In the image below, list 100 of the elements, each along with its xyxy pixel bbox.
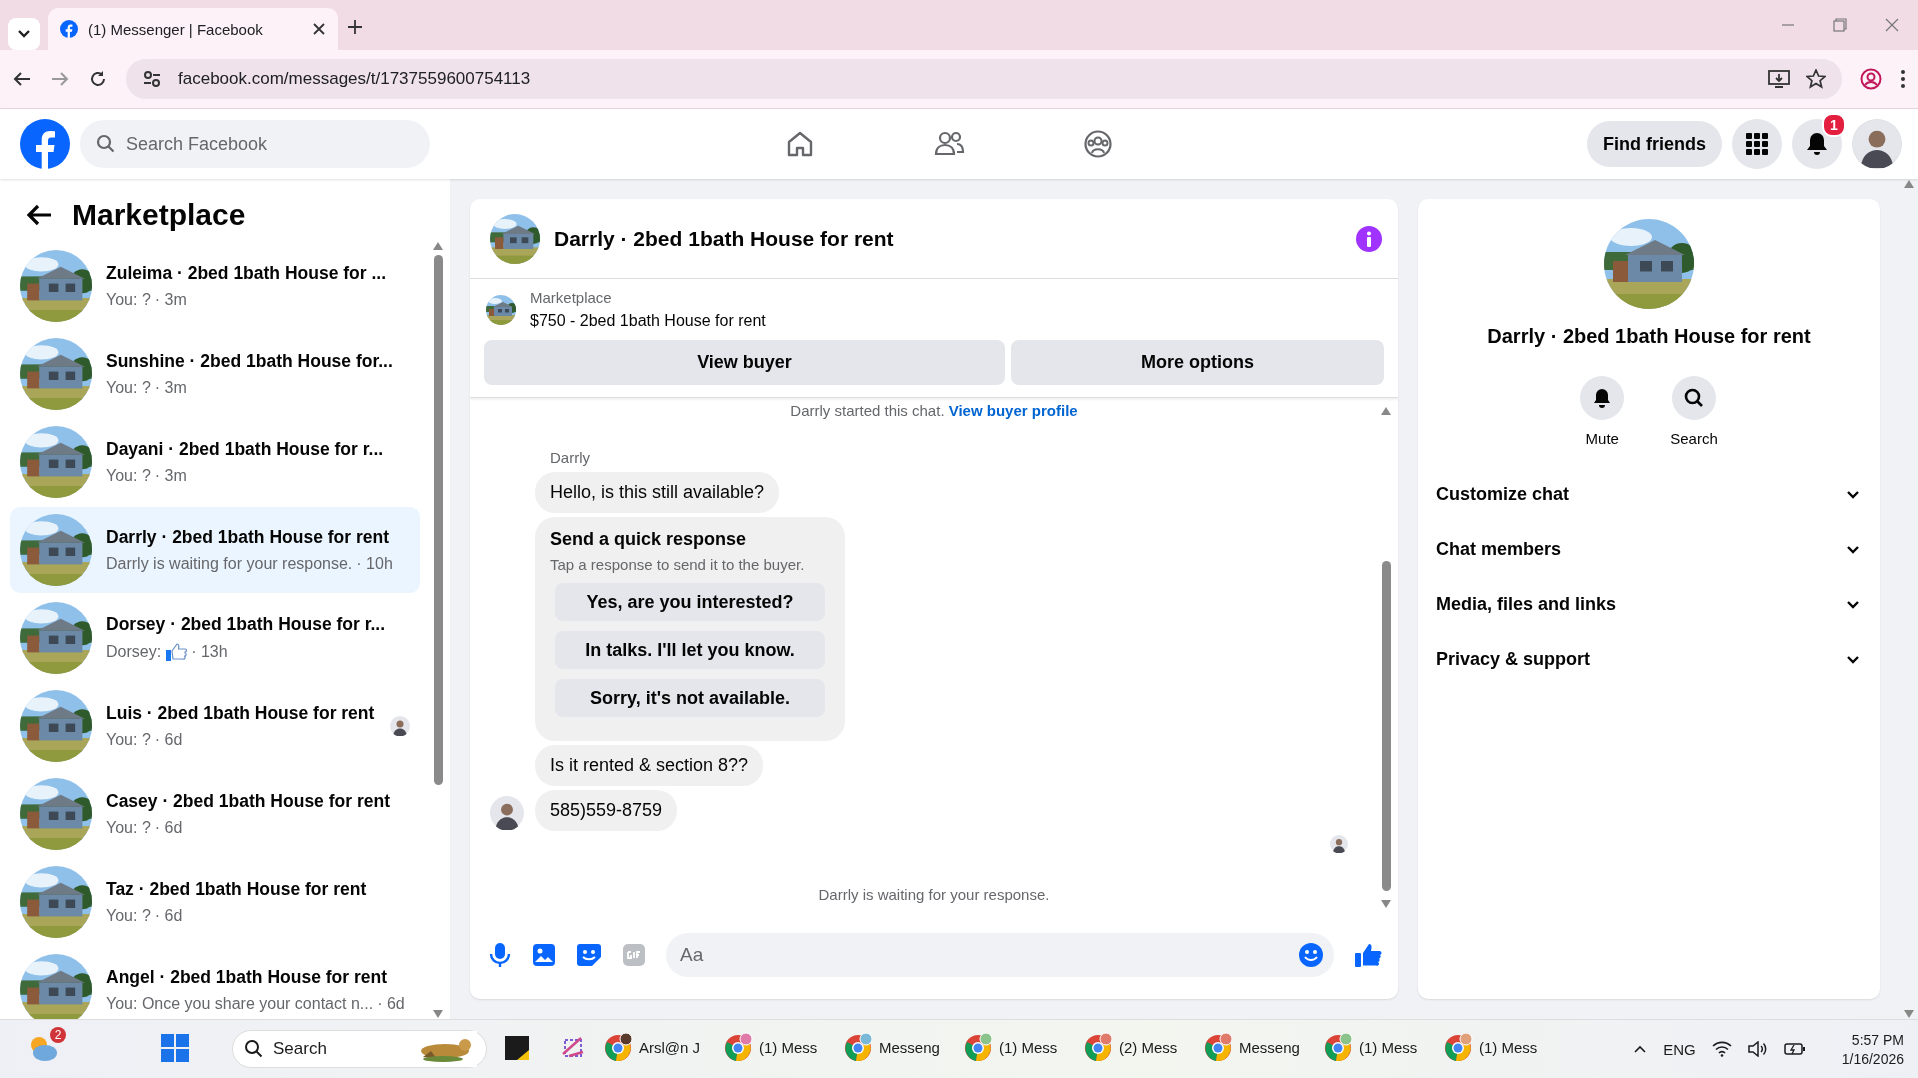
collapsible-section[interactable]: Customize chat — [1428, 467, 1870, 522]
notes-app-icon[interactable] — [503, 1033, 531, 1062]
taskbar-app[interactable]: (1) Mess — [1439, 1024, 1547, 1074]
panel-title: Marketplace — [72, 198, 246, 232]
conversation-item[interactable]: Casey · 2bed 1bath House for rent You: ? · 6d — [10, 771, 420, 857]
battery-icon[interactable] — [1783, 1042, 1806, 1056]
conversation-item[interactable]: Taz · 2bed 1bath House for rent You: ? · 6d — [10, 859, 420, 945]
message-time: · 6d — [154, 906, 183, 925]
wifi-icon[interactable] — [1711, 1041, 1732, 1057]
find-friends-button[interactable]: Find friends — [1587, 121, 1722, 167]
taskbar-app[interactable]: (1) Mess — [719, 1024, 827, 1074]
search-field[interactable]: Search Facebook — [80, 120, 430, 168]
conversation-title: Taz · 2bed 1bath House for rent — [106, 879, 368, 901]
search-icon — [244, 1039, 264, 1059]
scrollbar-thumb[interactable] — [433, 255, 443, 785]
taskbar-app[interactable]: (1) Mess — [1319, 1024, 1427, 1074]
conversation-title: Darrly · 2bed 1bath House for rent — [106, 527, 390, 549]
sticker-icon[interactable] — [576, 943, 602, 967]
message-preview: You: ? — [106, 466, 151, 485]
chat-started-note: Darrly started this chat. View buyer profile — [790, 402, 1078, 419]
start-icon[interactable] — [160, 1032, 190, 1063]
bookmark-star-icon[interactable] — [1806, 69, 1826, 89]
scroll-down-icon[interactable] — [1380, 899, 1392, 909]
conversation-item[interactable]: Zuleima · 2bed 1bath House for ... You: ? · 3m — [10, 243, 420, 329]
profile-icon[interactable] — [1860, 68, 1882, 90]
message-bubble: 585)559-8759 — [535, 790, 678, 831]
scroll-up-icon[interactable] — [1380, 406, 1392, 416]
chevron-up-icon[interactable] — [1633, 1044, 1648, 1054]
emoji-icon[interactable] — [1298, 942, 1324, 968]
taskbar-app[interactable]: Arsl@n J — [599, 1024, 707, 1074]
quick-reply-button[interactable]: In talks. I'll let you know. — [555, 631, 825, 669]
sender-avatar — [490, 795, 524, 830]
conversation-item[interactable]: Darrly · 2bed 1bath House for rent Darrly is waiting for your response. · 10h — [10, 507, 420, 593]
chat-title: Darrly · 2bed 1bath House for rent — [554, 226, 895, 251]
conversation-item[interactable]: Dayani · 2bed 1bath House for r... You: ? · 3m — [10, 419, 420, 505]
taskbar-app[interactable]: (1) Mess — [959, 1024, 1067, 1074]
chevron-down-icon — [1846, 654, 1860, 665]
collapsible-section[interactable]: Privacy & support — [1428, 632, 1870, 687]
browser-app-icon — [723, 1032, 753, 1063]
site-settings-icon[interactable] — [142, 69, 162, 89]
clock-date[interactable]: 1/16/2026 — [1841, 1050, 1904, 1067]
message-bubble: Hello, is this still available? — [535, 472, 780, 513]
collapsible-section[interactable]: Chat members — [1428, 522, 1870, 577]
message-bubble: Is it rented & section 8?? — [535, 745, 764, 786]
menu-button[interactable] — [1732, 119, 1782, 169]
thumbs-up-icon[interactable] — [1354, 942, 1382, 968]
collapsible-section[interactable]: Media, files and links — [1428, 577, 1870, 632]
search-icon — [96, 134, 116, 154]
quick-response-title: Send a quick response — [550, 529, 748, 550]
install-icon[interactable] — [1768, 69, 1790, 89]
chevron-down-icon — [1846, 599, 1860, 610]
conversation-item[interactable]: Dorsey · 2bed 1bath House for r... Dorsey: · 13h — [10, 595, 420, 681]
scroll-up-icon[interactable] — [432, 241, 444, 251]
browser-app-icon — [1203, 1032, 1233, 1063]
language-indicator[interactable]: ENG — [1663, 1040, 1696, 1058]
back-arrow-icon[interactable] — [26, 204, 52, 226]
thumbs-up-icon — [165, 641, 188, 662]
conversation-item[interactable]: Luis · 2bed 1bath House for rent You: ? · 6d — [10, 683, 420, 769]
conversation-title: Sunshine · 2bed 1bath House for... — [106, 351, 394, 373]
browser-tab[interactable]: (1) Messenger | Facebook — [48, 8, 338, 50]
taskbar-app[interactable]: Messeng — [1199, 1024, 1307, 1074]
restore-icon[interactable] — [1833, 18, 1847, 32]
scrollbar-thumb[interactable] — [1381, 561, 1391, 891]
reload-icon[interactable] — [88, 69, 108, 89]
conversation-item[interactable]: Sunshine · 2bed 1bath House for... You: ? · 3m — [10, 331, 420, 417]
account-button[interactable] — [1852, 119, 1902, 169]
message-time: · 6d — [154, 730, 183, 749]
home-icon[interactable] — [785, 129, 815, 159]
taskbar-app[interactable]: (2) Mess — [1079, 1024, 1187, 1074]
message-time: · 6d — [154, 818, 183, 837]
quick-reply-button[interactable]: Yes, are you interested? — [555, 583, 825, 621]
microphone-icon[interactable] — [488, 942, 512, 968]
menu-icon[interactable] — [1900, 69, 1906, 89]
photo-icon[interactable] — [532, 943, 556, 967]
waiting-note: Darrly is waiting for your response. — [818, 886, 1050, 903]
view-buyer-button[interactable]: View buyer — [484, 340, 1005, 385]
message-input[interactable]: Aa — [666, 933, 1334, 977]
clock-time[interactable]: 5:57 PM — [1851, 1031, 1904, 1048]
more-options-button[interactable]: More options — [1011, 340, 1384, 385]
new-tab-icon[interactable] — [346, 18, 364, 36]
conversation-title: Dayani · 2bed 1bath House for r... — [106, 439, 385, 461]
message-preview: Dorsey: — [106, 642, 162, 661]
browser-app-icon — [1083, 1032, 1113, 1063]
taskbar-app[interactable]: Messeng — [839, 1024, 947, 1074]
quick-reply-button[interactable]: Sorry, it's not available. — [555, 679, 825, 717]
info-icon[interactable] — [1356, 225, 1382, 252]
buyer-profile-link[interactable]: View buyer profile — [948, 402, 1078, 419]
conversation-title: Luis · 2bed 1bath House for rent — [106, 703, 376, 725]
bell-icon — [1806, 132, 1828, 156]
facebook-logo[interactable] — [20, 119, 70, 169]
quick-response-hint: Tap a response to send it to the buyer. — [550, 556, 806, 573]
tab-list-icon[interactable] — [8, 18, 40, 50]
volume-icon[interactable] — [1747, 1041, 1768, 1057]
message-time: · 3m — [154, 290, 187, 309]
close-icon[interactable] — [312, 22, 326, 36]
chevron-down-icon — [1846, 544, 1860, 555]
message-preview: You: ? — [106, 290, 151, 309]
groups-icon[interactable] — [1083, 129, 1113, 159]
message-preview: Darrly is waiting for your response. — [106, 554, 353, 573]
address-bar[interactable]: facebook.com/messages/t/1737559600754113 — [126, 59, 1842, 99]
